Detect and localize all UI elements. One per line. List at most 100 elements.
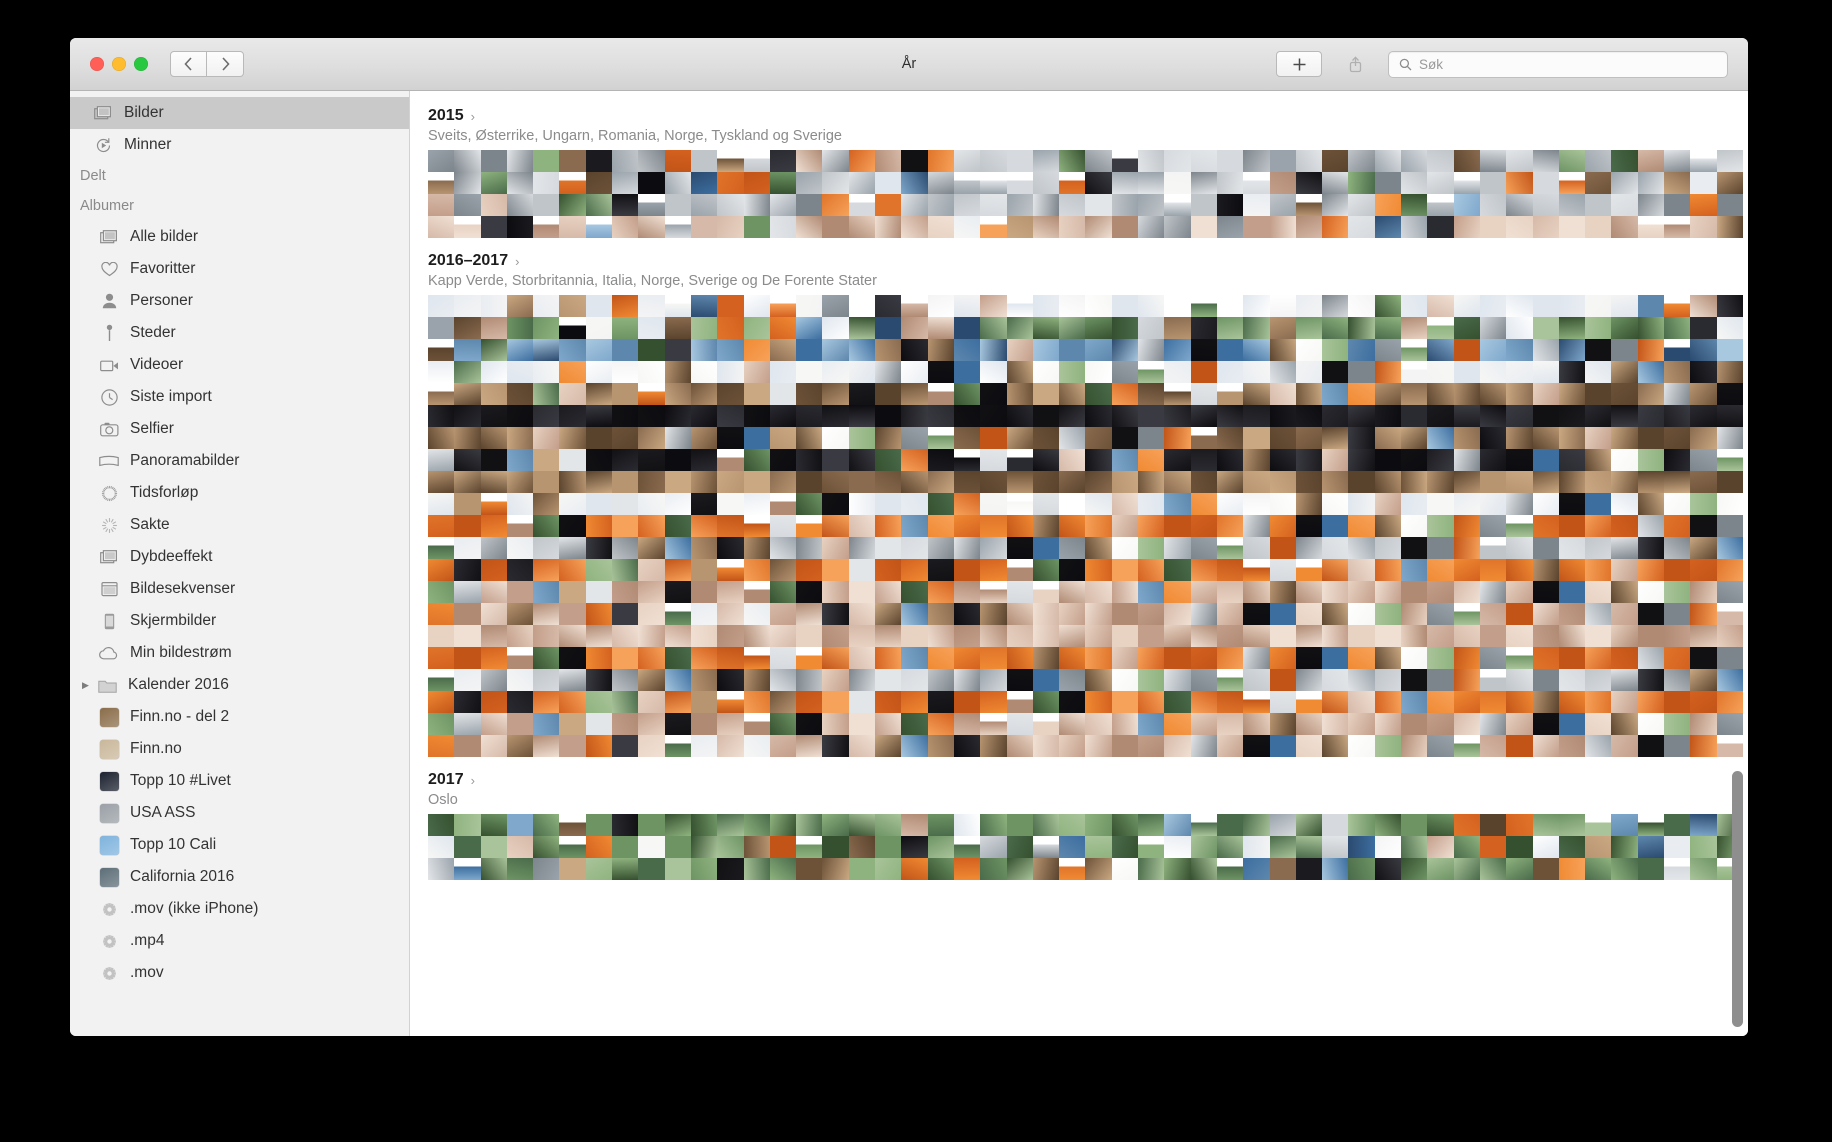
photo-thumbnail[interactable] bbox=[1427, 669, 1454, 691]
photo-thumbnail[interactable] bbox=[480, 172, 507, 194]
photo-thumbnail[interactable] bbox=[1190, 814, 1217, 836]
photo-thumbnail[interactable] bbox=[1190, 836, 1217, 858]
photo-thumbnail[interactable] bbox=[1164, 691, 1191, 713]
photo-thumbnail[interactable] bbox=[559, 814, 586, 836]
photo-thumbnail[interactable] bbox=[980, 172, 1007, 194]
sidebar-item-min-bildestr-m[interactable]: Min bildestrøm bbox=[70, 637, 409, 669]
photo-thumbnail[interactable] bbox=[1190, 647, 1217, 669]
photo-thumbnail[interactable] bbox=[1401, 172, 1428, 194]
photo-thumbnail[interactable] bbox=[1611, 427, 1638, 449]
photo-thumbnail[interactable] bbox=[1085, 537, 1112, 559]
photo-thumbnail[interactable] bbox=[1243, 405, 1270, 427]
photo-thumbnail[interactable] bbox=[927, 449, 954, 471]
photo-thumbnail[interactable] bbox=[796, 515, 823, 537]
photo-thumbnail[interactable] bbox=[717, 216, 744, 238]
photo-thumbnail[interactable] bbox=[1243, 559, 1270, 581]
photo-thumbnail[interactable] bbox=[559, 471, 586, 493]
photo-thumbnail[interactable] bbox=[875, 383, 902, 405]
photo-thumbnail[interactable] bbox=[1243, 735, 1270, 757]
photo-thumbnail[interactable] bbox=[480, 383, 507, 405]
photo-thumbnail[interactable] bbox=[1138, 603, 1165, 625]
photo-thumbnail[interactable] bbox=[1585, 691, 1612, 713]
photo-thumbnail[interactable] bbox=[1374, 194, 1402, 216]
photo-thumbnail[interactable] bbox=[822, 625, 849, 647]
photo-thumbnail[interactable] bbox=[901, 449, 928, 471]
photo-thumbnail[interactable] bbox=[1637, 581, 1665, 603]
photo-thumbnail[interactable] bbox=[1558, 669, 1586, 691]
photo-thumbnail[interactable] bbox=[1190, 691, 1217, 713]
photo-thumbnail[interactable] bbox=[1611, 537, 1638, 559]
photo-thumbnail[interactable] bbox=[480, 581, 507, 603]
photo-thumbnail[interactable] bbox=[769, 194, 797, 216]
photo-thumbnail[interactable] bbox=[743, 493, 770, 515]
photo-thumbnail[interactable] bbox=[1690, 150, 1717, 172]
photo-thumbnail[interactable] bbox=[769, 669, 797, 691]
photo-thumbnail[interactable] bbox=[769, 647, 797, 669]
photo-thumbnail[interactable] bbox=[559, 537, 586, 559]
photo-thumbnail[interactable] bbox=[901, 647, 928, 669]
photo-thumbnail[interactable] bbox=[612, 814, 639, 836]
photo-thumbnail[interactable] bbox=[1322, 339, 1349, 361]
photo-thumbnail[interactable] bbox=[612, 172, 639, 194]
photo-thumbnail[interactable] bbox=[1506, 194, 1533, 216]
photo-thumbnail[interactable] bbox=[454, 669, 481, 691]
photo-thumbnail[interactable] bbox=[1190, 625, 1217, 647]
photo-thumbnail[interactable] bbox=[743, 361, 770, 383]
photo-thumbnail[interactable] bbox=[822, 405, 849, 427]
photo-thumbnail[interactable] bbox=[1664, 150, 1691, 172]
photo-thumbnail[interactable] bbox=[1164, 669, 1191, 691]
photo-thumbnail[interactable] bbox=[1374, 295, 1402, 317]
photo-thumbnail[interactable] bbox=[1190, 493, 1217, 515]
photo-thumbnail[interactable] bbox=[927, 295, 954, 317]
photo-thumbnail[interactable] bbox=[1190, 735, 1217, 757]
photo-thumbnail[interactable] bbox=[1216, 150, 1244, 172]
photo-thumbnail[interactable] bbox=[1059, 339, 1086, 361]
photo-thumbnail[interactable] bbox=[1269, 493, 1296, 515]
photo-thumbnail[interactable] bbox=[664, 383, 691, 405]
photo-thumbnail[interactable] bbox=[822, 172, 849, 194]
photo-thumbnail[interactable] bbox=[664, 647, 691, 669]
photo-thumbnail[interactable] bbox=[901, 836, 928, 858]
photo-thumbnail[interactable] bbox=[612, 471, 639, 493]
photo-thumbnail[interactable] bbox=[1506, 216, 1533, 238]
photo-thumbnail[interactable] bbox=[1453, 493, 1480, 515]
photo-thumbnail[interactable] bbox=[1190, 150, 1217, 172]
photo-thumbnail[interactable] bbox=[1690, 603, 1717, 625]
photo-thumbnail[interactable] bbox=[1295, 471, 1323, 493]
photo-thumbnail[interactable] bbox=[585, 581, 613, 603]
photo-thumbnail[interactable] bbox=[953, 449, 981, 471]
photo-thumbnail[interactable] bbox=[1611, 603, 1638, 625]
photo-thumbnail[interactable] bbox=[769, 559, 797, 581]
photo-thumbnail[interactable] bbox=[1374, 669, 1402, 691]
photo-thumbnail[interactable] bbox=[901, 427, 928, 449]
photo-thumbnail[interactable] bbox=[1243, 858, 1270, 880]
photo-thumbnail[interactable] bbox=[1611, 493, 1638, 515]
photo-thumbnail[interactable] bbox=[1243, 216, 1270, 238]
photo-thumbnail[interactable] bbox=[1453, 735, 1480, 757]
photo-thumbnail[interactable] bbox=[848, 317, 876, 339]
photo-thumbnail[interactable] bbox=[1611, 647, 1638, 669]
photo-thumbnail[interactable] bbox=[612, 603, 639, 625]
photo-thumbnail[interactable] bbox=[743, 814, 770, 836]
photo-thumbnail[interactable] bbox=[1506, 150, 1533, 172]
photo-thumbnail[interactable] bbox=[1164, 493, 1191, 515]
photo-thumbnail[interactable] bbox=[717, 691, 744, 713]
photo-thumbnail[interactable] bbox=[690, 471, 718, 493]
photo-thumbnail[interactable] bbox=[1453, 150, 1480, 172]
photo-thumbnail[interactable] bbox=[1269, 361, 1296, 383]
photo-thumbnail[interactable] bbox=[1322, 427, 1349, 449]
photo-thumbnail[interactable] bbox=[1479, 713, 1507, 735]
photo-thumbnail[interactable] bbox=[796, 691, 823, 713]
photo-thumbnail[interactable] bbox=[822, 493, 849, 515]
photo-thumbnail[interactable] bbox=[559, 317, 586, 339]
photo-thumbnail[interactable] bbox=[454, 216, 481, 238]
photo-thumbnail[interactable] bbox=[1111, 339, 1139, 361]
photo-thumbnail[interactable] bbox=[743, 713, 770, 735]
photo-mosaic-grid[interactable] bbox=[428, 814, 1743, 880]
photo-thumbnail[interactable] bbox=[1401, 216, 1428, 238]
photo-thumbnail[interactable] bbox=[1401, 691, 1428, 713]
photo-thumbnail[interactable] bbox=[1690, 713, 1717, 735]
photo-thumbnail[interactable] bbox=[1085, 295, 1112, 317]
sidebar-item-california-2016[interactable]: California 2016 bbox=[70, 861, 409, 893]
photo-thumbnail[interactable] bbox=[506, 172, 534, 194]
